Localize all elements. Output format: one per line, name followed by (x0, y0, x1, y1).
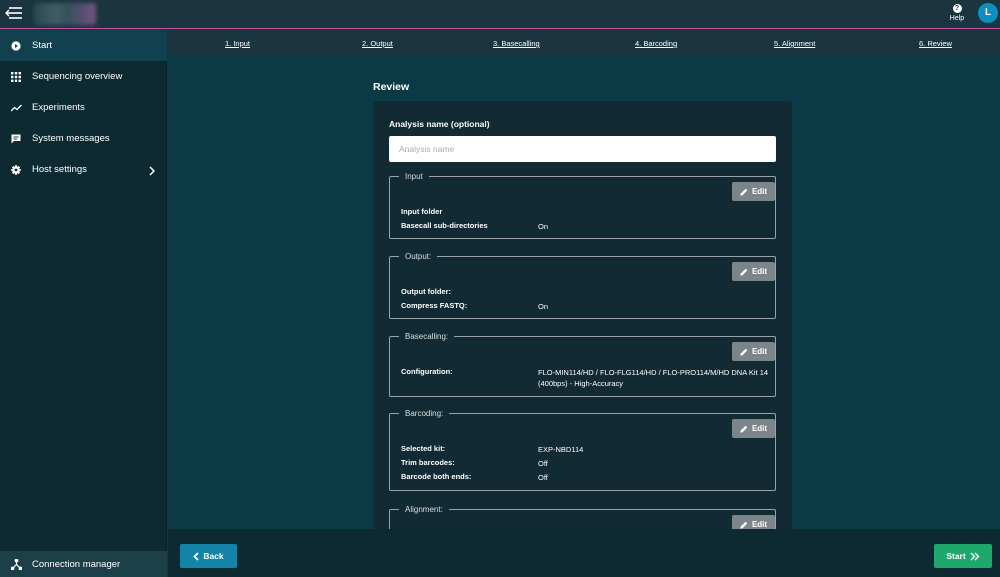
wizard-steps: 1. Input 2. Output 3. Basecalling 4. Bar… (168, 30, 1000, 56)
app-logo (34, 3, 96, 25)
sidebar-item-label: System messages (32, 133, 110, 144)
start-button[interactable]: Start (934, 544, 992, 568)
sidebar-item-host-settings[interactable]: Host settings (0, 154, 167, 185)
section-basecalling: Basecalling: Edit Configuration: FLO-MIN… (389, 332, 776, 397)
pencil-icon (740, 188, 748, 195)
step-output[interactable]: 2. Output (362, 39, 393, 48)
top-bar: ? Help L (0, 0, 1000, 29)
connection-manager-label: Connection manager (32, 558, 121, 570)
chevron-right-icon (149, 163, 156, 181)
section-output: Output: Edit Output folder: Compress FAS… (389, 252, 776, 319)
step-basecalling[interactable]: 3. Basecalling (493, 39, 540, 48)
chevron-left-icon (193, 551, 199, 561)
detail-key: Output folder: (401, 287, 451, 296)
detail-value: FLO-MIN114/HD / FLO-FLG114/HD / FLO-PRO1… (538, 368, 769, 388)
user-avatar[interactable]: L (978, 3, 998, 23)
pencil-icon (740, 521, 748, 528)
edit-alignment-button[interactable]: Edit (732, 515, 775, 529)
section-legend: Basecalling: (405, 332, 449, 341)
section-legend: Alignment: (405, 505, 443, 514)
trend-icon (10, 102, 22, 114)
help-icon: ? (952, 4, 962, 13)
double-chevron-right-icon (970, 552, 980, 560)
pencil-icon (740, 348, 748, 355)
analysis-name-label: Analysis name (optional) (389, 119, 490, 129)
section-legend: Output: (405, 252, 432, 261)
detail-key: Compress FASTQ: (401, 301, 468, 310)
edit-barcoding-button[interactable]: Edit (732, 419, 775, 438)
edit-input-button[interactable]: Edit (732, 182, 775, 201)
sidebar-item-start[interactable]: Start (0, 30, 167, 61)
edit-label: Edit (751, 187, 768, 196)
section-alignment: Alignment: Edit (389, 505, 776, 529)
detail-key: Barcode both ends: (401, 472, 472, 481)
step-alignment[interactable]: 5. Alignment (774, 39, 815, 48)
sidebar-item-label: Start (32, 40, 53, 51)
pencil-icon (740, 425, 748, 432)
page-title: Review (373, 81, 410, 93)
analysis-name-input[interactable] (389, 136, 776, 162)
sidebar-item-sequencing-overview[interactable]: Sequencing overview (0, 61, 167, 92)
step-barcoding[interactable]: 4. Barcoding (635, 39, 677, 48)
pencil-icon (740, 268, 748, 275)
detail-key: Input folder (401, 207, 443, 216)
detail-key: Configuration: (401, 367, 453, 376)
play-circle-icon (10, 40, 22, 52)
connection-manager[interactable]: Connection manager (0, 551, 167, 577)
section-legend: Barcoding: (405, 409, 444, 418)
collapse-menu-icon[interactable] (3, 4, 23, 22)
step-input[interactable]: 1. Input (225, 39, 250, 48)
edit-output-button[interactable]: Edit (732, 262, 775, 281)
section-legend: Input (405, 172, 423, 181)
detail-value: On (538, 222, 549, 231)
detail-value: Off (538, 459, 548, 468)
sidebar: Start Sequencing overview Experiments Sy… (0, 30, 167, 577)
detail-key: Trim barcodes: (401, 458, 455, 467)
detail-key: Basecall sub-directories (401, 221, 488, 230)
help-label: Help (949, 15, 965, 22)
edit-label: Edit (751, 424, 768, 433)
back-label: Back (203, 551, 224, 561)
detail-value: Off (538, 473, 548, 482)
edit-label: Edit (751, 267, 768, 276)
review-card: Analysis name (optional) Input Edit Inpu… (373, 101, 792, 529)
detail-value: EXP-NBD114 (538, 445, 584, 454)
gear-icon (10, 164, 22, 176)
help-button[interactable]: ? Help (946, 4, 968, 22)
section-input: Input Edit Input folder Basecall sub-dir… (389, 172, 776, 239)
message-icon (10, 133, 22, 145)
sidebar-item-label: Experiments (32, 102, 85, 113)
edit-basecalling-button[interactable]: Edit (732, 342, 775, 361)
sidebar-item-experiments[interactable]: Experiments (0, 92, 167, 123)
sidebar-item-label: Host settings (32, 164, 87, 175)
detail-value: On (538, 302, 549, 311)
network-icon (10, 558, 22, 570)
step-review[interactable]: 6. Review (919, 39, 952, 48)
back-button[interactable]: Back (180, 544, 237, 568)
edit-label: Edit (751, 347, 768, 356)
grid-icon (10, 71, 22, 83)
footer-bar (168, 529, 1000, 577)
edit-label: Edit (751, 520, 768, 529)
section-barcoding: Barcoding: Edit Selected kit: EXP-NBD114… (389, 409, 776, 491)
sidebar-item-system-messages[interactable]: System messages (0, 123, 167, 154)
start-label: Start (946, 551, 966, 561)
detail-key: Selected kit: (401, 444, 446, 453)
sidebar-item-label: Sequencing overview (32, 71, 123, 82)
